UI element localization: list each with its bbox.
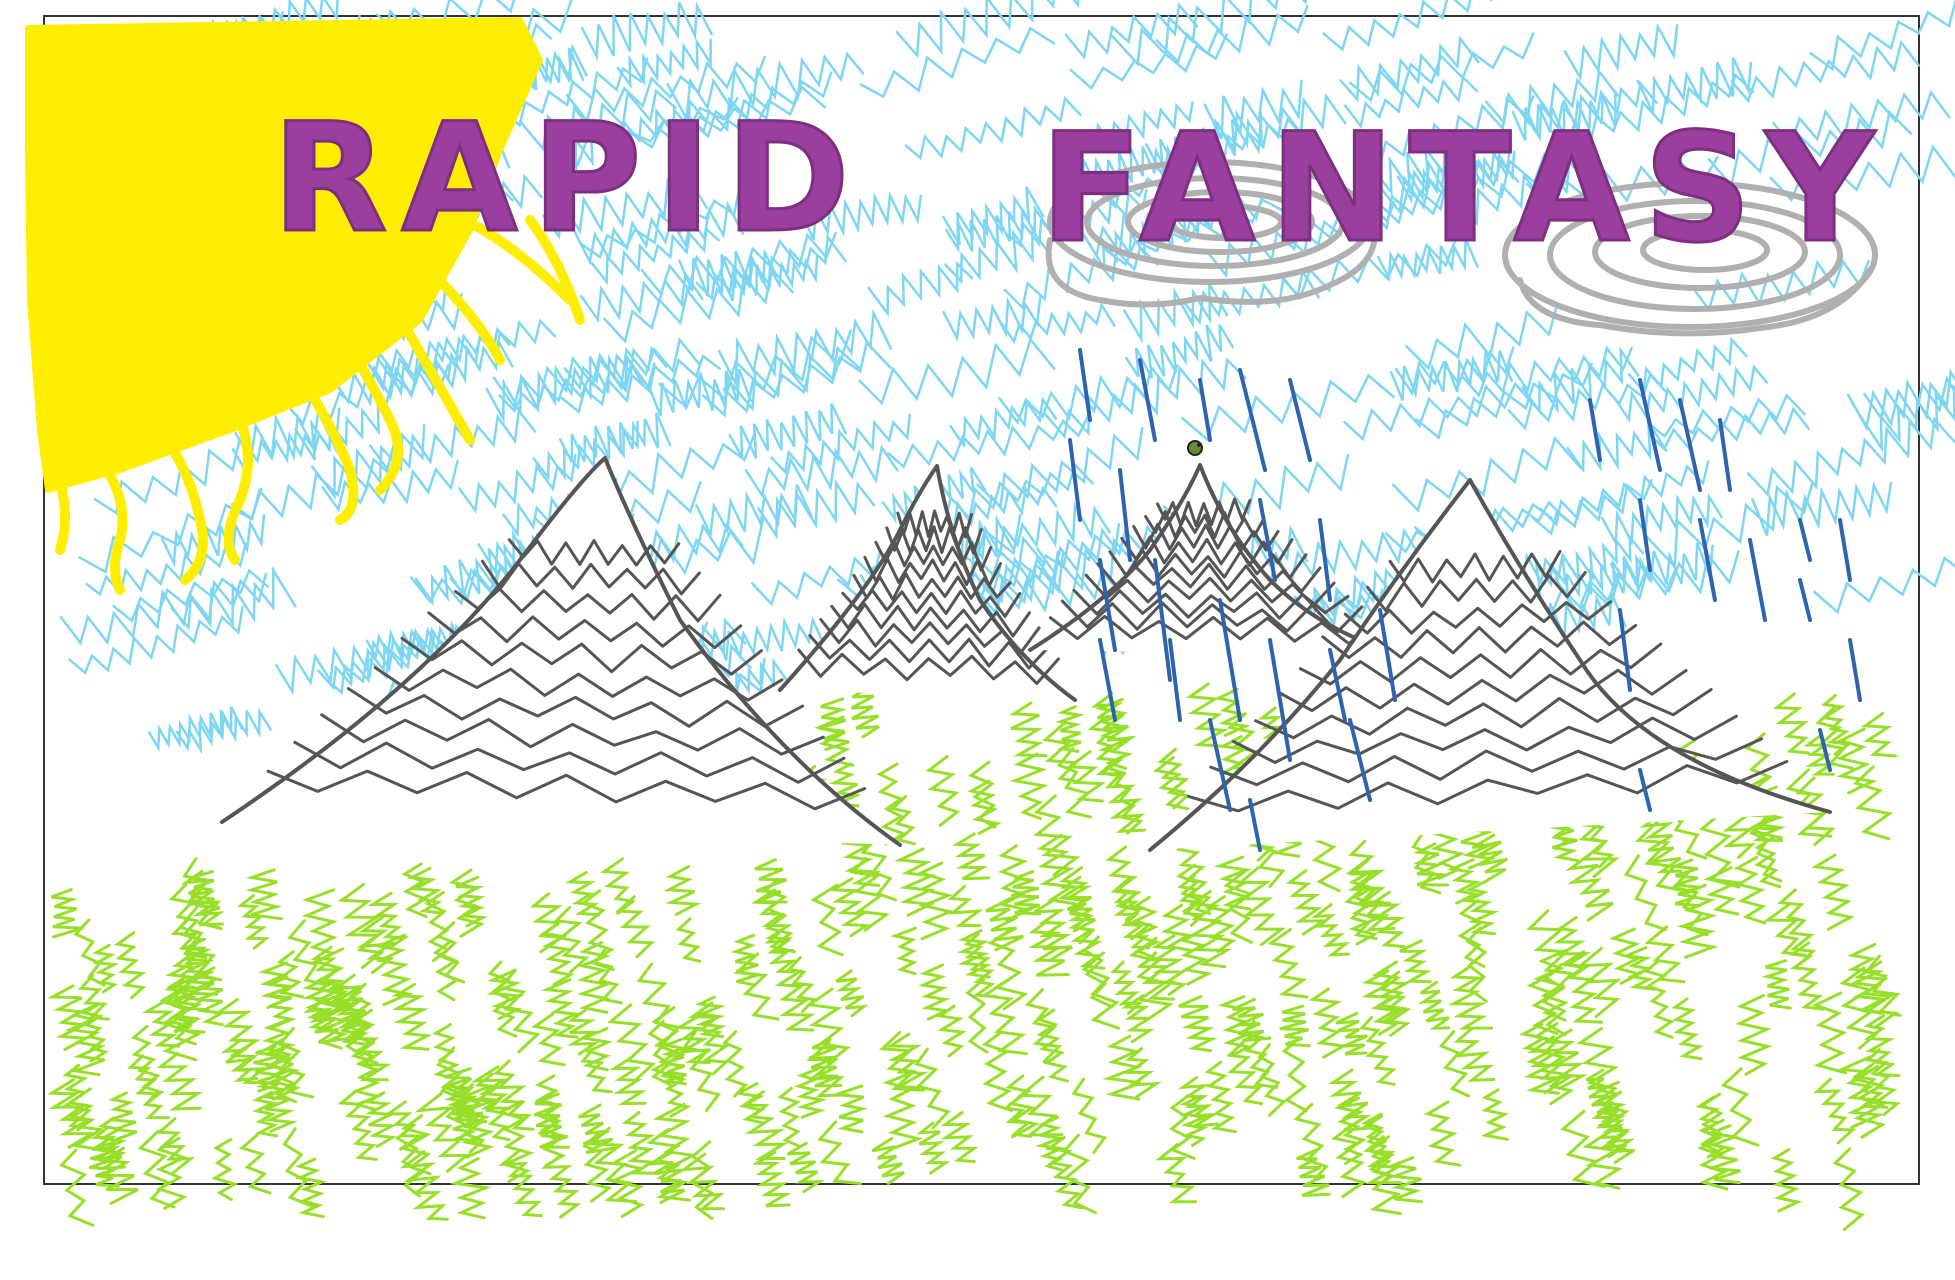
drawing-canvas: RAPID FANTASY [25, 0, 1955, 1231]
title-word-rapid: RAPID [272, 92, 864, 266]
title-word-fantasy: FANTASY [1040, 102, 1888, 276]
bird-icon [1187, 440, 1203, 456]
title: RAPID FANTASY [271, 91, 1888, 278]
